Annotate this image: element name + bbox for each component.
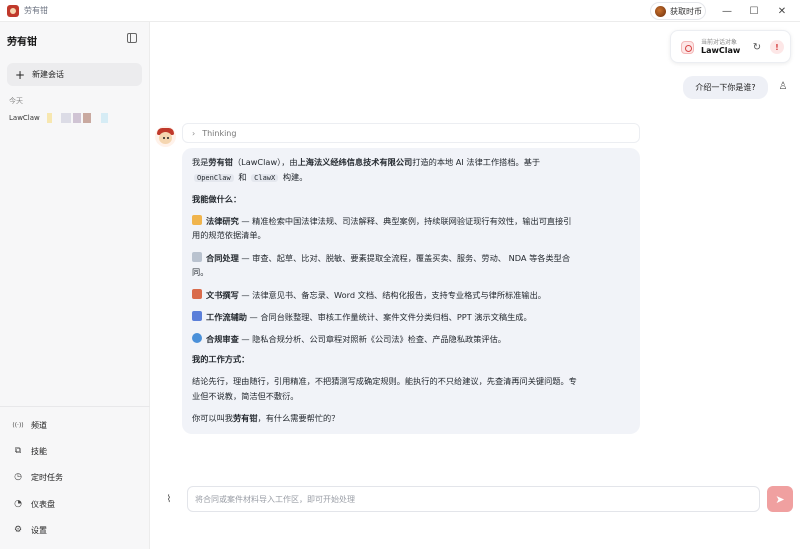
minimize-button[interactable]: —	[719, 3, 735, 19]
how-line-2: 业但不说教，简洁但不敷衍。	[192, 391, 299, 401]
current-agent-card: 当前对话对象 LawClaw ↻ !	[670, 30, 791, 63]
message-input[interactable]	[188, 487, 759, 511]
nav-scheduled-tasks-label: 定时任务	[31, 472, 63, 482]
code-openclaw: OpenClaw	[194, 174, 234, 182]
section-today-label: 今天	[9, 97, 23, 105]
nav-channels[interactable]: ((·)) 频道	[12, 417, 143, 433]
gear-icon: ⚙	[13, 525, 23, 535]
nav-channels-label: 频道	[31, 420, 47, 430]
nav-settings-label: 设置	[31, 525, 47, 535]
thinking-toggle[interactable]: › Thinking	[182, 123, 640, 143]
nav-skills[interactable]: ⧉ 技能	[13, 443, 143, 459]
nav-dashboard-label: 仪表盘	[31, 499, 55, 509]
broadcast-icon: ((·))	[12, 421, 24, 429]
item-drafting: 文书撰写 — 法律意见书、备忘录、Word 文档、结构化报告，支持专业格式与律所…	[192, 289, 632, 301]
blurred-text	[60, 113, 71, 123]
blurred-text	[100, 113, 108, 123]
bar-chart-icon	[192, 311, 202, 321]
item-compliance: 合规审查 — 隐私合规分析、公司章程对照新《公司法》检查、产品隐私政策评估。	[192, 333, 632, 345]
how-line-1: 结论先行，理由随行，引用精准，不把猜测写成确定规则。能执行的不只给建议，先查清再…	[192, 376, 577, 386]
paperclip-icon[interactable]: ⌇	[163, 493, 175, 505]
nav-skills-label: 技能	[31, 446, 47, 456]
app-logo	[7, 4, 19, 17]
blurred-text	[46, 113, 52, 123]
assistant-avatar	[155, 126, 176, 147]
collapse-sidebar-icon[interactable]	[127, 33, 137, 43]
dashboard-icon: ◔	[14, 499, 22, 509]
clock-icon: ◷	[14, 472, 22, 482]
item-legal-research-cont: 用的规范依据清单。	[192, 230, 266, 240]
new-chat-button[interactable]: + 新建会话	[7, 63, 142, 86]
chevron-right-icon: ›	[192, 128, 196, 138]
notepad-icon	[192, 289, 202, 299]
intro-line: 我是劳有钳（LawClaw），由上海法义经纬信息技术有限公司打造的本地 AI 法…	[192, 157, 541, 167]
stop-icon[interactable]: !	[770, 40, 784, 54]
coin-icon	[655, 5, 666, 17]
blurred-text	[82, 113, 91, 123]
get-coins-label: 获取时币	[670, 6, 702, 16]
how-heading: 我的工作方式：	[192, 354, 250, 364]
nav-scheduled-tasks[interactable]: ◷ 定时任务	[13, 469, 143, 485]
send-icon: ➤	[775, 492, 785, 506]
session-item[interactable]: LawClaw	[9, 112, 144, 124]
maximize-button[interactable]: ☐	[746, 3, 762, 19]
agent-name: LawClaw	[701, 46, 741, 55]
new-chat-label: 新建会话	[32, 70, 65, 79]
user-message: 介绍一下你是谁?	[683, 76, 768, 99]
refresh-icon[interactable]: ↻	[751, 41, 763, 53]
agent-caption: 当前对话对象	[701, 39, 738, 46]
session-label: LawClaw	[9, 114, 40, 122]
item-contract-cont: 同。	[192, 267, 209, 277]
magnifier-icon	[192, 333, 202, 343]
item-contract: 合同处理 — 审查、起草、比对、脱敏、要素提取全流程，覆盖买卖、服务、劳动、 N…	[192, 252, 632, 264]
nav-dashboard[interactable]: ◔ 仪表盘	[13, 496, 143, 512]
title-bar: 劳有钳 获取时币 — ☐ ✕	[0, 0, 800, 22]
sidebar: 劳有钳 + 新建会话 今天 LawClaw ((·)) 频道 ⧉ 技能 ◷ 定时…	[0, 22, 150, 549]
plus-icon: +	[15, 67, 26, 82]
puzzle-icon: ⧉	[14, 446, 22, 456]
send-button[interactable]: ➤	[767, 486, 793, 512]
agent-avatar-icon	[681, 41, 694, 54]
code-clawx: ClawX	[251, 174, 279, 182]
intro-line-2: OpenClaw 和 ClawX 构建。	[192, 172, 632, 184]
blurred-text	[72, 113, 81, 123]
user-avatar-icon: ♙	[778, 80, 788, 92]
document-icon	[192, 252, 202, 262]
assistant-message: 我是劳有钳（LawClaw），由上海法义经纬信息技术有限公司打造的本地 AI 法…	[182, 148, 640, 434]
what-heading: 我能做什么：	[192, 194, 242, 204]
composer	[187, 486, 760, 512]
item-workflow: 工作流辅助 — 合同台账整理、审核工作量统计、案件文件分类归档、PPT 演示文稿…	[192, 311, 632, 323]
sidebar-divider	[0, 406, 150, 407]
nav-settings[interactable]: ⚙ 设置	[13, 522, 143, 538]
close-button[interactable]: ✕	[774, 3, 790, 19]
thinking-label: Thinking	[202, 128, 237, 138]
window-title: 劳有钳	[24, 6, 48, 15]
item-legal-research: 法律研究 — 精准检索中国法律法规、司法解释、典型案例，持续联网验证现行有效性，…	[192, 215, 632, 227]
scale-icon	[192, 215, 202, 225]
closing-line: 你可以叫我劳有钳，有什么需要帮忙的？	[192, 413, 340, 423]
get-coins-button[interactable]: 获取时币	[650, 2, 706, 20]
sidebar-brand: 劳有钳	[7, 37, 37, 48]
